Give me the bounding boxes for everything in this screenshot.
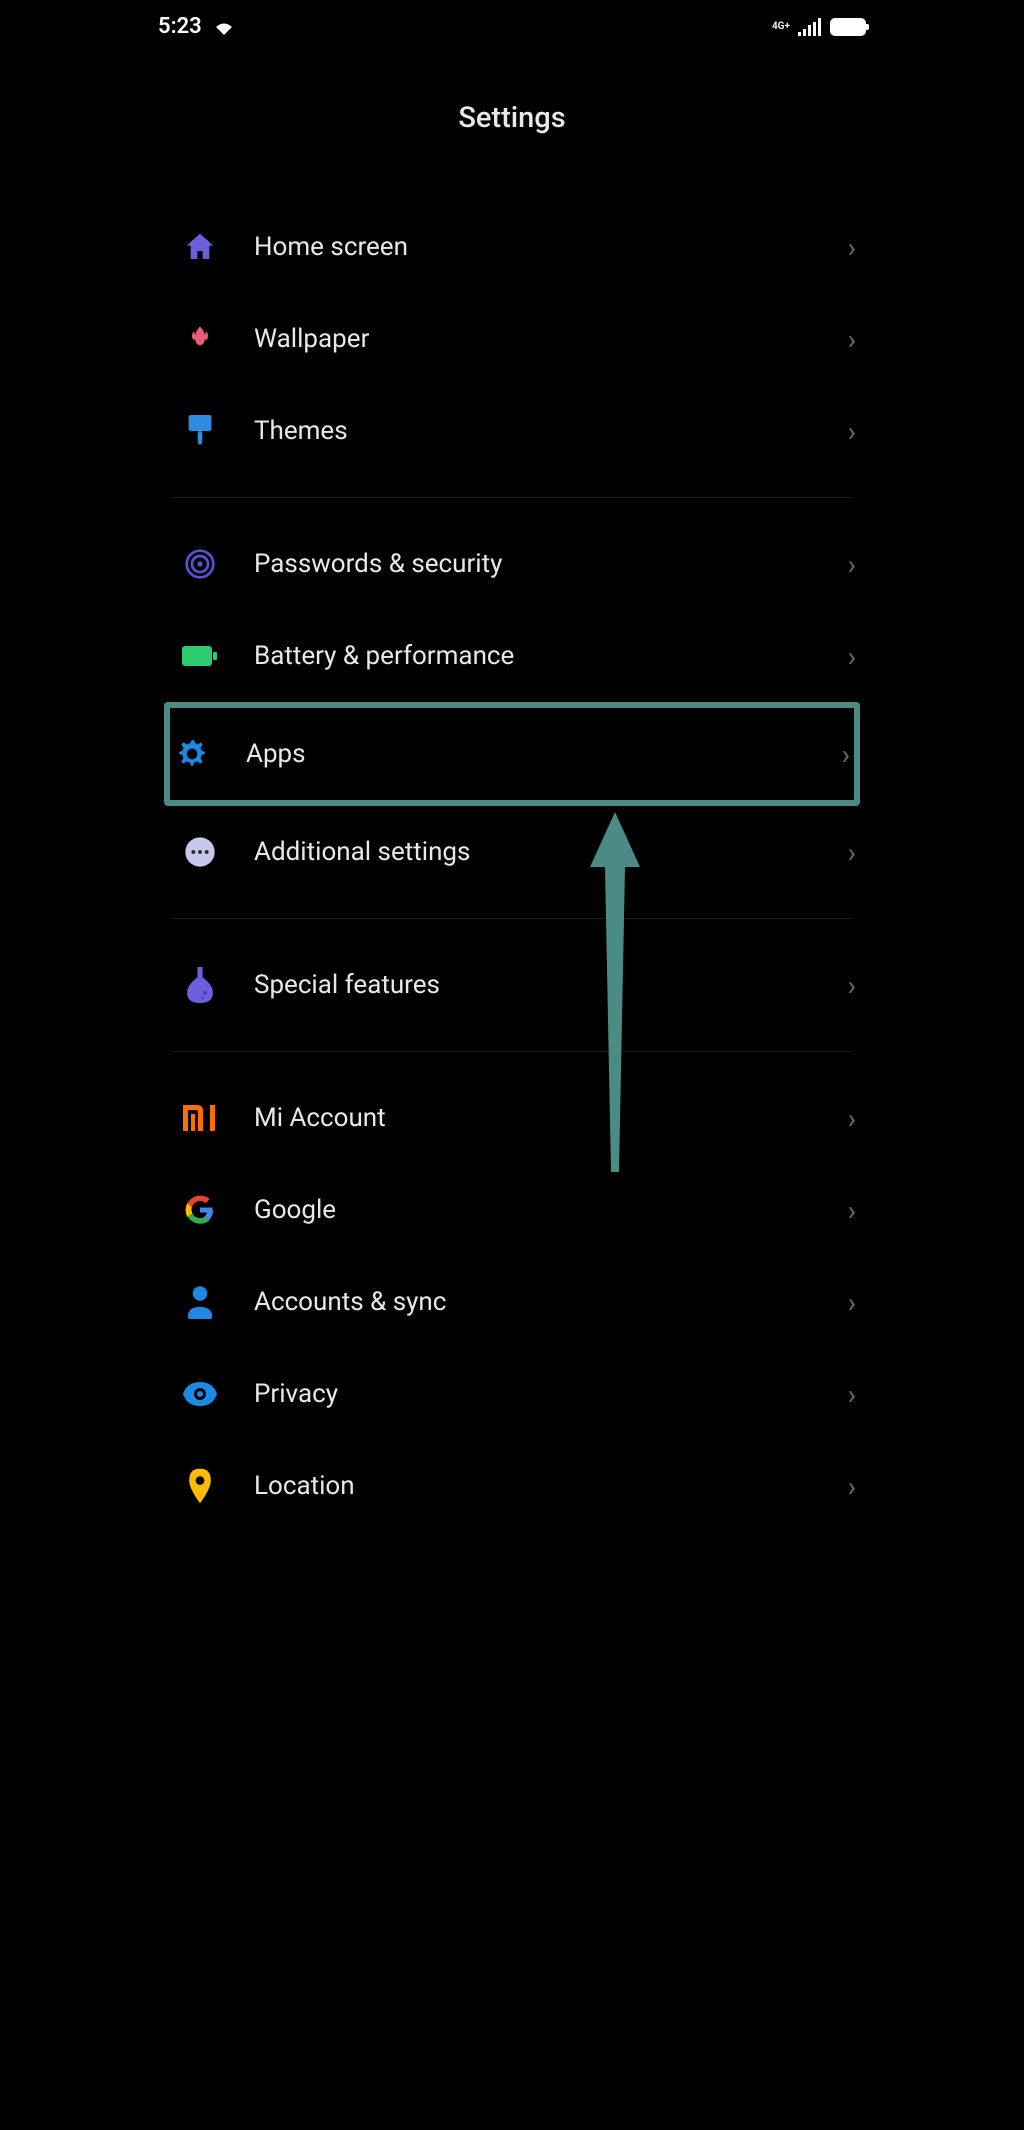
signal-icon [798,18,822,36]
menu-label: Passwords & security [254,549,856,579]
eye-icon [182,1376,218,1412]
google-icon [182,1192,218,1228]
menu-item-home-screen[interactable]: Home screen › [136,201,888,293]
status-time: 5:23 [158,14,202,39]
tulip-icon [182,321,218,357]
menu-label: Apps [246,739,854,769]
menu-label: Battery & performance [254,641,856,671]
section-divider [172,1051,852,1052]
person-icon [182,1284,218,1320]
menu-item-wallpaper[interactable]: Wallpaper › [136,293,888,385]
menu-label: Additional settings [254,837,856,867]
flask-icon [182,967,218,1003]
menu-item-passwords-security[interactable]: Passwords & security › [136,518,888,610]
menu-item-google[interactable]: Google › [136,1164,888,1256]
chevron-right-icon: › [848,1378,856,1411]
menu-label: Special features [254,970,856,1000]
menu-item-themes[interactable]: Themes › [136,385,888,477]
status-bar: 5:23 4G+ [136,0,888,53]
chevron-right-icon: › [848,415,856,448]
phone-frame: 5:23 4G+ Settings Home s [136,0,888,1532]
house-icon [182,229,218,265]
chevron-right-icon: › [848,1194,856,1227]
menu-item-accounts-sync[interactable]: Accounts & sync › [136,1256,888,1348]
menu-item-mi-account[interactable]: Mi Account › [136,1072,888,1164]
menu-label: Home screen [254,232,856,262]
fingerprint-icon [182,546,218,582]
menu-label: Mi Account [254,1103,856,1133]
settings-menu: Home screen › Wallpaper › Themes › Passw… [136,161,888,1532]
chevron-right-icon: › [848,1470,856,1503]
menu-label: Location [254,1471,856,1501]
section-divider [172,497,852,498]
menu-item-location[interactable]: Location › [136,1440,888,1532]
wifi-icon [212,17,236,37]
mi-icon [182,1100,218,1136]
menu-item-special-features[interactable]: Special features › [136,939,888,1031]
menu-label: Wallpaper [254,324,856,354]
menu-label: Privacy [254,1379,856,1409]
menu-label: Themes [254,416,856,446]
menu-label: Accounts & sync [254,1287,856,1317]
chevron-right-icon: › [848,323,856,356]
section-divider [172,918,852,919]
menu-item-additional-settings[interactable]: Additional settings › [136,806,888,898]
status-bar-right: 4G+ [772,18,866,36]
gear-icon [174,736,210,772]
chevron-right-icon: › [848,1286,856,1319]
chevron-right-icon: › [848,548,856,581]
page-title: Settings [136,53,888,161]
menu-item-battery-performance[interactable]: Battery & performance › [136,610,888,702]
chevron-right-icon: › [848,1102,856,1135]
chevron-right-icon: › [848,231,856,264]
chevron-right-icon: › [842,738,850,771]
status-bar-left: 5:23 [158,14,236,39]
battery-status-icon [830,18,866,36]
chevron-right-icon: › [848,836,856,869]
chevron-right-icon: › [848,969,856,1002]
battery-icon [182,638,218,674]
menu-label: Google [254,1195,856,1225]
network-label: 4G+ [772,22,790,32]
menu-item-privacy[interactable]: Privacy › [136,1348,888,1440]
pin-icon [182,1468,218,1504]
menu-item-apps[interactable]: Apps › [164,702,860,806]
chevron-right-icon: › [848,640,856,673]
more-icon [182,834,218,870]
paint-icon [182,413,218,449]
